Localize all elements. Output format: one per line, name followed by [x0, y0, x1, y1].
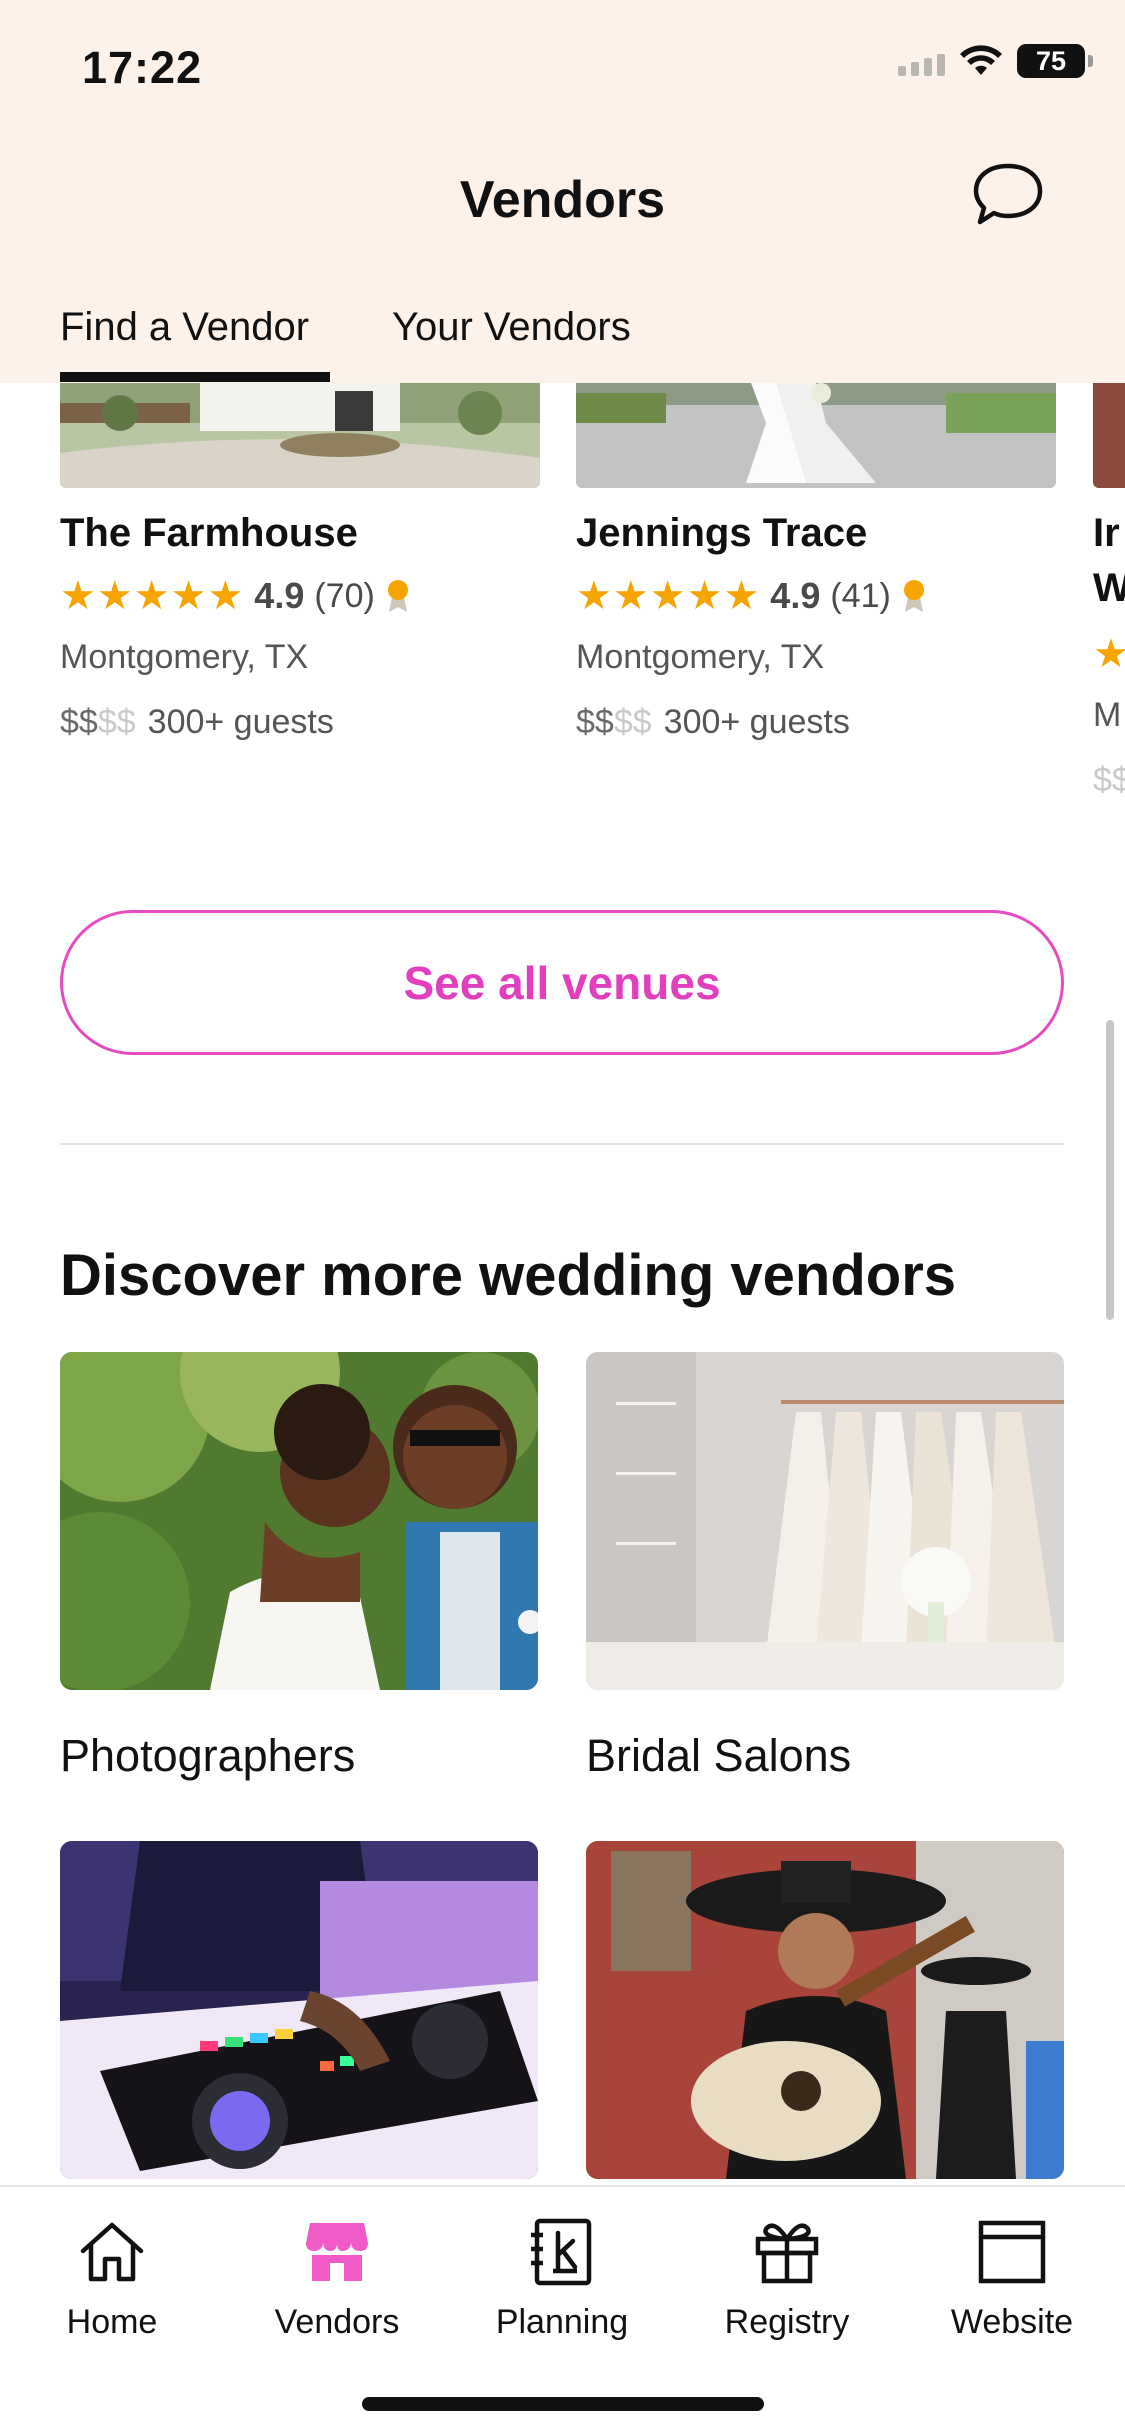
tab-your-vendors[interactable]: Your Vendors [392, 305, 631, 350]
rating-row: ★★★★★ 4.9 (70) [60, 573, 409, 619]
nav-label: Vendors [274, 2303, 400, 2341]
nav-planning[interactable]: Planning [462, 2215, 662, 2342]
review-count: (41) [830, 576, 891, 615]
venue-card[interactable]: Jennings Trace ★★★★★ 4.9 (41) Montgomery… [576, 383, 1056, 741]
nav-registry[interactable]: Registry [687, 2215, 887, 2342]
rating-value: 4.9 [770, 575, 821, 616]
venue-location: Montgomery, TX [60, 638, 309, 676]
page-title: Vendors [459, 171, 666, 229]
section-title: Discover more wedding vendors [60, 1243, 957, 1308]
star-rating-icon: ★ [1093, 632, 1125, 676]
venue-name: Jennings Trace [576, 511, 868, 555]
award-badge-icon [903, 580, 924, 612]
category-card-photographers[interactable]: Photographers [60, 1352, 538, 1781]
section-divider [60, 1143, 1064, 1145]
price-level: $$ [1093, 761, 1125, 799]
star-rating-icon: ★★★★★ [576, 574, 761, 618]
venue-location: Montgomery, TX [576, 638, 825, 676]
price-level-muted: $$ [613, 703, 652, 741]
price-level: $$ [576, 703, 614, 741]
price-guests-row: $$$$ 300+ guests [60, 703, 334, 742]
category-card[interactable] [60, 1841, 538, 2179]
bottom-navigation: Home Vendors Planning Registry Website [0, 2185, 1125, 2436]
nav-home[interactable]: Home [12, 2215, 212, 2342]
tab-find-a-vendor[interactable]: Find a Vendor [60, 305, 309, 350]
active-tab-indicator [60, 372, 330, 382]
see-all-venues-button[interactable]: See all venues [60, 910, 1064, 1055]
category-photo [60, 1352, 538, 1690]
venue-card-peek[interactable]: Ir W ★ M $$ [1093, 383, 1125, 803]
nav-label: Website [950, 2303, 1074, 2341]
nav-label: Planning [495, 2303, 629, 2341]
status-icons: 75 [898, 44, 1093, 78]
star-rating-icon: ★★★★★ [60, 574, 245, 618]
nav-vendors[interactable]: Vendors [237, 2215, 437, 2342]
browser-window-icon [978, 2220, 1046, 2284]
planner-icon [531, 2218, 592, 2286]
home-indicator [362, 2397, 764, 2411]
price-guests-row: $$$$ 300+ guests [576, 703, 850, 742]
venue-name: Ir [1093, 511, 1120, 555]
rating-row: ★★★★★ 4.9 (41) [576, 573, 925, 619]
review-count: (70) [314, 576, 375, 615]
battery-level: 75 [1035, 46, 1067, 76]
price-level-muted: $$ [97, 703, 136, 741]
status-time: 17:22 [82, 42, 203, 93]
category-label: Photographers [60, 1730, 356, 1781]
venue-name-line2: W [1093, 566, 1125, 610]
rating-value: 4.9 [254, 575, 305, 616]
category-photo [586, 1352, 1064, 1690]
venue-card[interactable]: The Farmhouse ★★★★★ 4.9 (70) Montgomery,… [60, 383, 540, 741]
nav-website[interactable]: Website [912, 2215, 1112, 2342]
venue-photo [1093, 383, 1125, 488]
app-header: 17:22 75 Vendors Find a Vendor Your Vend… [0, 0, 1125, 383]
category-card-bridal-salons[interactable]: Bridal Salons [586, 1352, 1064, 1781]
wifi-icon [960, 45, 1002, 75]
chat-icon[interactable] [970, 160, 1046, 230]
venue-location: M [1093, 696, 1122, 734]
venue-name: The Farmhouse [60, 511, 358, 555]
nav-label: Home [66, 2303, 158, 2341]
venue-photo [60, 383, 540, 488]
home-icon [80, 2222, 144, 2282]
cellular-signal-icon [898, 46, 945, 76]
scrollbar[interactable] [1106, 1020, 1114, 1320]
storefront-icon [306, 2223, 368, 2281]
award-badge-icon [387, 580, 408, 612]
category-label: Bridal Salons [586, 1730, 852, 1781]
venue-photo [576, 383, 1056, 488]
price-level: $$ [60, 703, 98, 741]
category-photo [60, 1841, 538, 2179]
guest-capacity: 300+ guests [663, 703, 850, 741]
gift-icon [755, 2223, 819, 2284]
nav-label: Registry [724, 2303, 850, 2341]
guest-capacity: 300+ guests [147, 703, 334, 741]
battery-icon: 75 [1017, 44, 1093, 78]
category-photo [586, 1841, 1064, 2179]
category-card[interactable] [586, 1841, 1064, 2179]
